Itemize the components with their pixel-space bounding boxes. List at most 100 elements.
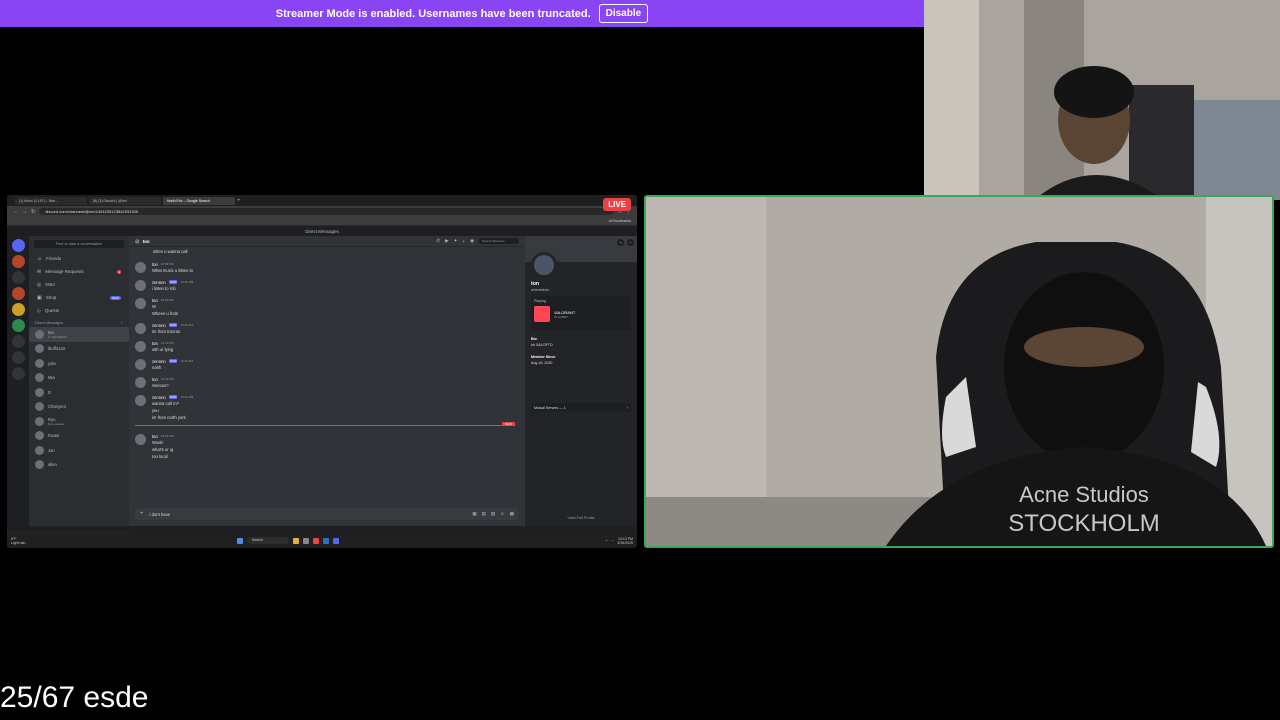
message-author[interactable]: zennnn	[152, 359, 166, 364]
attach-icon[interactable]: +	[140, 511, 144, 517]
mutual-servers-row[interactable]: Mutual Servers — 1 ›	[531, 403, 631, 412]
gift-icon[interactable]: ▦	[472, 511, 476, 517]
app-icon[interactable]	[303, 537, 309, 544]
svg-text:Acne Studios: Acne Studios	[1019, 482, 1149, 507]
server-icon[interactable]	[11, 303, 25, 316]
message-author[interactable]: ton	[152, 298, 158, 303]
user-tag: 1600	[168, 395, 178, 399]
message-composer[interactable]: + i dont have ▦ ▤ ▧ ☺ ▩	[135, 508, 519, 520]
nav-quests[interactable]: ◇ Quests	[29, 304, 129, 317]
message-time: 10:11 PM	[160, 341, 174, 345]
profile-toggle-icon[interactable]: ◉	[470, 238, 474, 244]
member-since-section: Member Since Aug 16, 2020	[531, 355, 631, 365]
profile-avatar[interactable]	[531, 252, 557, 278]
new-tab-icon[interactable]: +	[237, 198, 241, 204]
video-icon[interactable]: ▶	[445, 238, 448, 244]
avatar[interactable]	[135, 262, 146, 273]
dm-name: lbuff4132	[48, 346, 66, 352]
avatar[interactable]	[135, 377, 146, 388]
wifi-icon[interactable]: ◔	[611, 539, 613, 543]
message-author[interactable]: ton	[152, 434, 158, 439]
mutual-servers-label: Mutual Servers — 1	[534, 405, 566, 410]
dm-item[interactable]: Kwasi	[29, 429, 129, 444]
url-field[interactable]: discord.com/channels/@me/149423512384253…	[39, 208, 614, 215]
dm-item[interactable]: Mia	[29, 371, 129, 386]
composer-input[interactable]: i dont have	[150, 512, 171, 517]
dm-item[interactable]: yola	[29, 356, 129, 371]
message-time: 10:12 PM	[160, 434, 174, 438]
reload-icon[interactable]: ↻	[31, 209, 35, 215]
call-icon[interactable]: ✆	[436, 238, 440, 244]
add-friend-icon[interactable]: +	[462, 239, 465, 244]
add-friend-icon[interactable]: +	[617, 239, 624, 246]
dm-item[interactable]: Jan	[29, 443, 129, 458]
message-author[interactable]: ton	[152, 377, 158, 382]
valorant-icon	[534, 306, 550, 322]
webcam-tile-main[interactable]: Acne Studios STOCKHOLM	[644, 195, 1274, 548]
server-icon[interactable]	[11, 255, 25, 268]
webcam-tile-small[interactable]	[924, 0, 1280, 200]
disable-streamer-mode-button[interactable]: Disable	[598, 4, 649, 23]
avatar	[35, 460, 44, 470]
emoji-icon[interactable]: ☺	[500, 511, 505, 517]
screen-share-tile[interactable]: LIVE (1) Inbox (1,197) – Ban... (8) (3) …	[7, 195, 637, 548]
webcam-feed	[924, 0, 1280, 200]
avatar[interactable]	[135, 395, 146, 406]
avatar[interactable]	[135, 323, 146, 334]
sticker-icon[interactable]: ▧	[491, 511, 495, 517]
all-bookmarks-link[interactable]: All Bookmarks	[609, 219, 631, 223]
dm-item[interactable]: Chanyeol	[29, 400, 129, 415]
message-author[interactable]: zennnn	[152, 323, 166, 328]
server-icon[interactable]	[11, 271, 25, 284]
back-icon[interactable]: ←	[13, 209, 18, 215]
file-explorer-icon[interactable]	[293, 537, 299, 544]
member-since-date: Aug 16, 2020	[531, 361, 553, 365]
pin-icon[interactable]: ✦	[454, 238, 458, 244]
create-dm-icon[interactable]: +	[121, 321, 123, 325]
dm-item[interactable]: D	[29, 385, 129, 400]
nav-shop[interactable]: ▣ Shop NEW	[29, 291, 129, 304]
windows-start-icon[interactable]	[237, 537, 243, 544]
clock[interactable]: 10:13 PM 3/16/2025	[617, 537, 633, 545]
chrome-icon[interactable]	[313, 537, 319, 544]
nav-friends[interactable]: ☺ Friends	[29, 252, 129, 265]
message-author[interactable]: zennnn	[152, 395, 166, 400]
avatar[interactable]	[135, 280, 146, 291]
dm-item[interactable]: lbuff4132	[29, 342, 129, 357]
view-full-profile-link[interactable]: View Full Profile	[525, 516, 637, 520]
chat-search-input[interactable]: Search wherever	[479, 238, 519, 244]
taskbar-search[interactable]: Search	[247, 537, 289, 544]
dm-item[interactable]: Ryu lilo Lovelace	[29, 414, 129, 429]
server-icon[interactable]	[11, 287, 25, 300]
download-icon[interactable]	[11, 367, 25, 380]
forward-icon[interactable]: →	[22, 209, 27, 215]
avatar[interactable]	[135, 298, 146, 309]
browser-tab[interactable]: (8) (3) Discord | @ton	[89, 196, 161, 205]
message-author[interactable]: ton	[152, 341, 158, 346]
avatar[interactable]	[135, 434, 146, 445]
user-profile-panel: + ⋯ ton wherewhen Playing VALORANT IN LO…	[525, 236, 637, 526]
nav-nitro[interactable]: ◎ Nitro	[29, 278, 129, 291]
message-text: Serious?	[152, 383, 169, 388]
apps-icon[interactable]: ▩	[510, 511, 514, 517]
browser-tab[interactable]: (1) Inbox (1,197) – Ban...	[15, 196, 87, 205]
nav-message-requests[interactable]: ✉ Message Requests 1	[29, 265, 129, 278]
steam-icon[interactable]	[323, 537, 329, 544]
discord-taskbar-icon[interactable]	[333, 537, 339, 544]
chevron-up-icon[interactable]: ^	[606, 539, 608, 543]
message-author[interactable]: zennnn	[152, 280, 166, 285]
home-server-icon[interactable]	[11, 239, 25, 252]
dm-item[interactable]: allen	[29, 458, 129, 473]
gif-icon[interactable]: ▤	[482, 511, 486, 517]
server-icon[interactable]	[11, 319, 25, 332]
discover-icon[interactable]	[11, 351, 25, 364]
avatar[interactable]	[135, 341, 146, 352]
browser-tab-active[interactable]: North Eric – Google Search	[163, 196, 235, 205]
more-icon[interactable]: ⋯	[627, 239, 634, 246]
dm-item-selected[interactable]: ton in VALORANT	[29, 327, 129, 342]
add-server-icon[interactable]	[11, 335, 25, 348]
message-author[interactable]: ton	[152, 262, 158, 267]
dm-search-input[interactable]: Find or start a conversation	[34, 240, 124, 248]
avatar[interactable]	[135, 359, 146, 370]
weather-widget[interactable]: 5°F Light rain	[11, 537, 25, 545]
